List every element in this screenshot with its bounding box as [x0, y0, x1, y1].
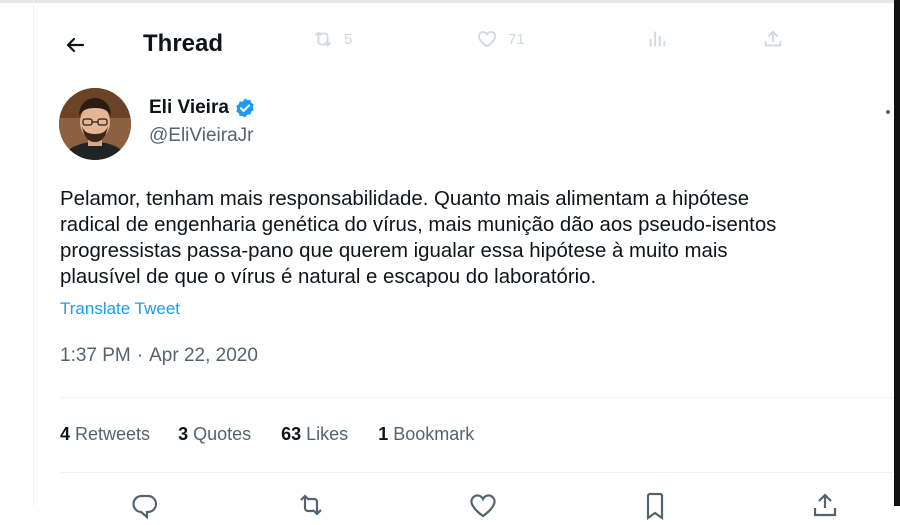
tweet-date[interactable]: Apr 22, 2020	[149, 345, 258, 367]
bookmarks-count: 1	[378, 424, 389, 444]
back-button[interactable]	[58, 28, 92, 62]
retweets-stat[interactable]: 4 Retweets	[60, 424, 150, 445]
more-icon[interactable]	[884, 108, 892, 116]
quotes-stat[interactable]: 3 Quotes	[178, 424, 251, 445]
retweets-label: Retweets	[75, 424, 151, 444]
tweet-text: Pelamor, tenham mais responsabilidade. Q…	[60, 188, 777, 288]
author-handle[interactable]: @EliVieiraJr	[149, 125, 253, 147]
avatar[interactable]	[59, 88, 131, 160]
likes-count: 63	[281, 424, 302, 444]
divider-bottom	[60, 472, 894, 473]
retweet-icon	[300, 494, 322, 516]
like-icon	[470, 494, 496, 518]
reply-icon	[132, 494, 158, 520]
reply-button[interactable]	[130, 490, 160, 520]
back-arrow-icon	[66, 37, 85, 53]
retweets-count: 4	[60, 424, 71, 444]
profile-photo	[59, 88, 131, 160]
likes-label: Likes	[306, 424, 349, 444]
like-button[interactable]	[468, 490, 498, 520]
author-name-row[interactable]: Eli Vieira	[149, 97, 256, 119]
bookmarks-stat[interactable]: 1 Bookmark	[378, 424, 474, 445]
translate-tweet-link[interactable]: Translate Tweet	[60, 299, 180, 319]
bookmark-button[interactable]	[640, 490, 670, 521]
top-border	[0, 0, 900, 3]
page-title: Thread	[143, 30, 224, 57]
verified-icon	[236, 98, 254, 118]
share-button[interactable]	[810, 490, 840, 520]
window-edge	[894, 0, 900, 506]
divider-top	[60, 397, 894, 398]
tweet-actions	[60, 490, 894, 521]
retweet-button[interactable]	[296, 490, 326, 520]
bookmarks-label: Bookmark	[393, 424, 475, 444]
tweet-timestamp[interactable]: 1:37 PM · Apr 22, 2020	[60, 345, 258, 367]
thread-header: Thread	[34, 20, 894, 72]
timestamp-separator: ·	[136, 345, 144, 366]
likes-stat[interactable]: 63 Likes	[281, 424, 348, 445]
author-name[interactable]: Eli Vieira	[149, 97, 229, 119]
tweet-stats: 4 Retweets 3 Quotes 63 Likes 1 Bookmark	[60, 424, 474, 445]
bookmark-icon	[646, 492, 664, 521]
left-border	[33, 0, 34, 506]
quotes-label: Quotes	[193, 424, 252, 444]
share-icon	[813, 493, 837, 517]
quotes-count: 3	[178, 424, 189, 444]
tweet-time[interactable]: 1:37 PM	[60, 345, 131, 367]
